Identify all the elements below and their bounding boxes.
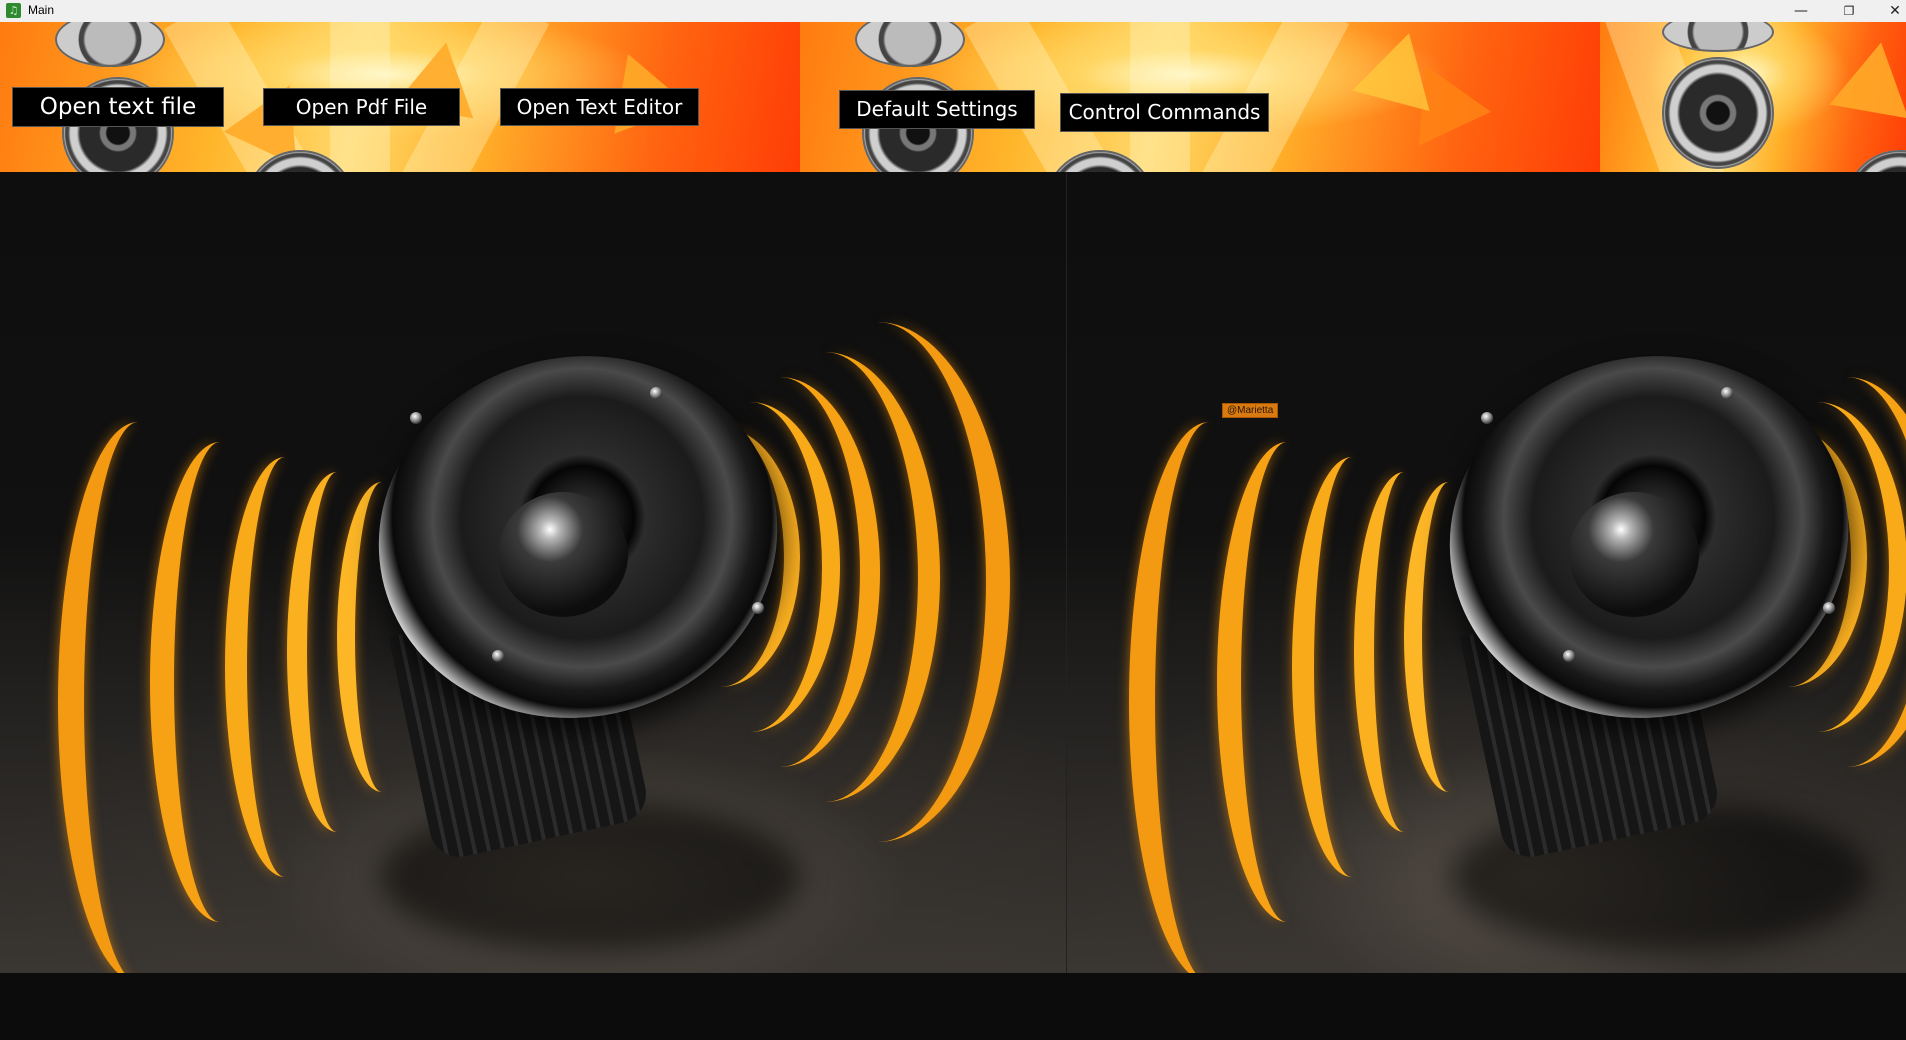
main-content: @Marietta (0, 172, 1906, 973)
watermark-tag: @Marietta (1222, 403, 1279, 418)
restore-icon[interactable]: ❐ (1826, 0, 1872, 22)
minimize-icon[interactable]: — (1778, 0, 1824, 22)
title-bar: ♫ Main — ❐ ✕ (0, 0, 1906, 23)
sound-wave (745, 322, 1010, 842)
control-commands-label: Control Commands (1068, 100, 1261, 124)
window-title: Main (28, 3, 55, 17)
speaker-image (1662, 22, 1774, 52)
speaker-background-image: @Marietta (1066, 172, 1906, 973)
speaker-image (1845, 150, 1906, 172)
speaker-background-image (0, 172, 1066, 973)
speaker-dome (498, 492, 628, 617)
speaker-image (855, 22, 965, 67)
open-text-editor-label: Open Text Editor (516, 95, 683, 119)
speaker-image (55, 22, 165, 67)
open-pdf-file-label: Open Pdf File (295, 95, 428, 119)
speaker-dome (1569, 492, 1699, 617)
app-icon: ♫ (6, 3, 21, 18)
control-commands-button[interactable]: Control Commands (1060, 93, 1269, 132)
open-text-editor-button[interactable]: Open Text Editor (500, 88, 699, 126)
open-text-file-button[interactable]: Open text file (12, 87, 224, 127)
speaker-image (1662, 57, 1774, 169)
footer (0, 973, 1906, 1040)
default-settings-label: Default Settings (856, 97, 1018, 121)
close-icon[interactable]: ✕ (1872, 0, 1906, 22)
open-text-file-label: Open text file (39, 94, 197, 120)
default-settings-button[interactable]: Default Settings (839, 90, 1035, 129)
banner: Open text file Open Pdf File Open Text E… (0, 22, 1906, 172)
open-pdf-file-button[interactable]: Open Pdf File (263, 88, 460, 126)
banner-tile (1600, 22, 1906, 172)
